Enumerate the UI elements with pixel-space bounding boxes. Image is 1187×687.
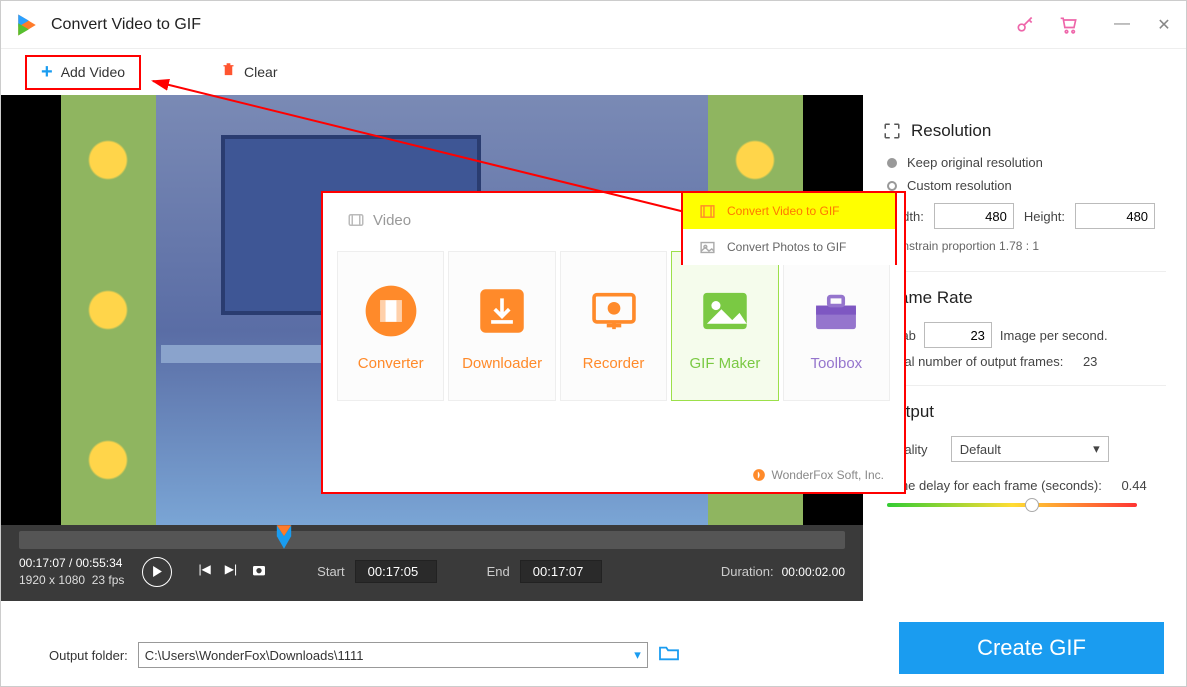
height-label: Height:	[1024, 209, 1065, 224]
browse-folder-button[interactable]	[658, 644, 680, 667]
trim-handle-icon[interactable]	[275, 523, 293, 551]
keep-resolution-radio[interactable]: Keep original resolution	[887, 155, 1162, 170]
framerate-input[interactable]	[924, 322, 992, 348]
toolbox-card[interactable]: Toolbox	[783, 251, 890, 401]
end-label: End	[487, 564, 510, 579]
total-frames-value: 23	[1083, 354, 1097, 369]
chevron-down-icon: ▾	[1093, 441, 1100, 457]
create-gif-button[interactable]: Create GIF	[899, 622, 1164, 674]
trash-icon	[221, 62, 236, 82]
timeline[interactable]	[19, 531, 845, 549]
clear-button[interactable]: Clear	[221, 62, 277, 82]
next-frame-button[interactable]: ▶|	[225, 562, 237, 581]
popup-footer: WonderFox Soft, Inc.	[752, 468, 885, 482]
window-title: Convert Video to GIF	[51, 16, 201, 34]
downloader-icon	[472, 281, 532, 341]
popup-tab-label: Video	[373, 212, 411, 229]
downloader-card[interactable]: Downloader	[448, 251, 555, 401]
cart-icon[interactable]	[1058, 14, 1080, 36]
duration-value: 00:00:02.00	[782, 565, 845, 579]
time-info: 00:17:07 / 00:55:34 1920 x 1080 23 fps	[19, 555, 124, 589]
output-title: Output	[883, 402, 1166, 422]
output-folder-label: Output folder:	[49, 648, 128, 663]
chevron-down-icon: ▾	[634, 647, 641, 663]
film-icon	[697, 201, 717, 221]
minimize-button[interactable]: —	[1112, 15, 1132, 35]
recorder-card[interactable]: Recorder	[560, 251, 667, 401]
gif-maker-icon	[695, 281, 755, 341]
add-video-label: Add Video	[61, 64, 125, 80]
prev-frame-button[interactable]: |◀	[198, 562, 210, 581]
player-controls: 00:17:07 / 00:55:34 1920 x 1080 23 fps |…	[1, 525, 863, 601]
duration-label: Duration:	[721, 564, 774, 579]
width-input[interactable]	[934, 203, 1014, 229]
delay-slider[interactable]	[887, 503, 1137, 507]
close-button[interactable]: ✕	[1154, 15, 1174, 35]
clear-label: Clear	[244, 64, 277, 80]
add-video-button[interactable]: + Add Video	[25, 55, 141, 90]
total-frames-label: Total number of output frames:	[887, 354, 1063, 369]
title-bar: Convert Video to GIF — ✕	[1, 1, 1186, 49]
gif-maker-card[interactable]: GIF Maker	[671, 251, 778, 401]
key-icon[interactable]	[1014, 14, 1036, 36]
start-time-field[interactable]: 00:17:05	[355, 560, 437, 583]
converter-icon	[361, 281, 421, 341]
toolbox-icon	[806, 281, 866, 341]
start-label: Start	[317, 564, 344, 579]
toolbar: + Add Video Clear	[1, 49, 1186, 95]
recorder-icon	[584, 281, 644, 341]
framerate-title: Frame Rate	[883, 288, 1166, 308]
height-input[interactable]	[1075, 203, 1155, 229]
output-folder-row: Output folder: C:\Users\WonderFox\Downlo…	[49, 642, 680, 668]
end-time-field[interactable]: 00:17:07	[520, 560, 602, 583]
custom-resolution-radio[interactable]: Custom resolution	[887, 178, 1162, 193]
radio-on-icon	[887, 158, 897, 168]
settings-panel: Resolution Keep original resolution Cust…	[863, 95, 1186, 601]
quality-select[interactable]: Default ▾	[951, 436, 1109, 462]
resolution-title: Resolution	[883, 121, 1166, 141]
per-second-label: Image per second.	[1000, 328, 1108, 343]
convert-photos-to-gif-item[interactable]: Convert Photos to GIF	[683, 229, 895, 265]
output-folder-input[interactable]: C:\Users\WonderFox\Downloads\1111 ▾	[138, 642, 648, 668]
delay-value: 0.44	[1121, 478, 1146, 493]
plus-icon: +	[41, 61, 53, 84]
play-button[interactable]	[142, 557, 172, 587]
app-logo-icon	[13, 11, 41, 39]
radio-off-icon	[887, 181, 897, 191]
slider-thumb[interactable]	[1025, 498, 1039, 512]
converter-card[interactable]: Converter	[337, 251, 444, 401]
snapshot-button[interactable]	[251, 562, 267, 581]
gif-maker-submenu: Convert Video to GIF Convert Photos to G…	[681, 191, 897, 265]
convert-video-to-gif-item[interactable]: Convert Video to GIF	[683, 193, 895, 229]
delay-label: Time delay for each frame (seconds):	[887, 478, 1102, 493]
image-icon	[697, 237, 717, 257]
constrain-proportion: Constrain proportion 1.78 : 1	[887, 239, 1162, 253]
